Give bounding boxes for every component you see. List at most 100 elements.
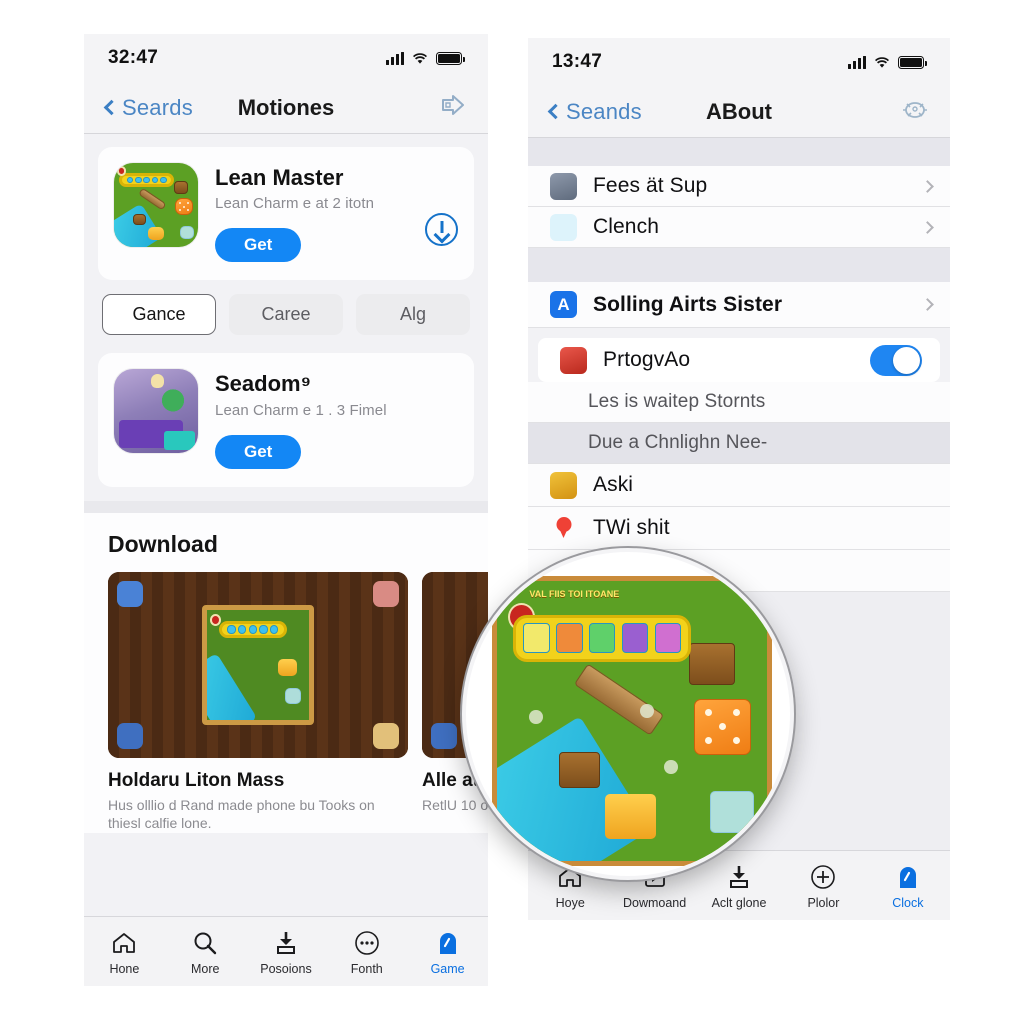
pill-alg[interactable]: Alg: [356, 294, 470, 336]
list-item-label: Les is waitep Stornts: [588, 391, 766, 412]
battery-icon: [898, 55, 928, 69]
cellular-bars-icon: [848, 55, 866, 69]
magnifier-loupe: VAL FIIS TOI ITOANE: [462, 548, 794, 880]
chevron-right-icon: [921, 220, 934, 234]
cellular-bars-icon: [386, 51, 404, 65]
game-field-app-icon: [114, 163, 198, 247]
list-item-label: Due a Chnlighn Nee-: [588, 432, 768, 453]
list-section-gap: [528, 248, 950, 282]
second-app-card[interactable]: Seadom⁹ Lean Charm e 1 . 3 Fimel Get: [98, 353, 474, 487]
game-badge-icon: [407, 928, 488, 958]
get-button-secondary[interactable]: Get: [215, 434, 302, 469]
tab-label: Hone: [109, 961, 140, 976]
tab-hone[interactable]: Hone: [84, 928, 165, 976]
tab-clock[interactable]: Clock: [866, 862, 950, 910]
magnified-game-scene: VAL FIIS TOI ITOANE: [492, 576, 772, 866]
tab-label: Posoions: [260, 961, 312, 976]
game-hud-title: VAL FIIS TOI ITOANE: [529, 589, 620, 600]
chevron-right-icon: [921, 298, 934, 311]
screenshot-thumb[interactable]: [108, 571, 408, 758]
left-tab-bar: Hone More Posoions Fonth Game: [84, 916, 488, 986]
tab-game[interactable]: Game: [407, 928, 488, 976]
filter-pill-row: Gance Caree Alg: [84, 280, 488, 352]
back-label: Seands: [566, 98, 642, 124]
chevron-left-icon: [547, 103, 564, 120]
plus-circle-icon: [781, 862, 865, 892]
back-button[interactable]: Seands: [547, 98, 642, 125]
download-section: Download Holdaru Liton Mass Hus olllio d…: [84, 512, 488, 834]
list-item-les-is-waitep-stornts[interactable]: Les is waitep Stornts: [528, 382, 950, 423]
chevron-right-icon: [921, 179, 934, 193]
tab-plolor[interactable]: Plolor: [781, 862, 865, 910]
back-button[interactable]: Seards: [103, 94, 193, 121]
featured-app-meta: Lean Master Lean Charm e at 2 itotn Get: [215, 163, 408, 263]
wifi-icon: [412, 52, 428, 65]
caption-body: RetlU 10 oellore.: [422, 796, 488, 813]
right-nav-bar: Seands ABout: [528, 86, 950, 138]
download-tray-icon: [697, 862, 781, 892]
tab-label: Clock: [892, 895, 924, 910]
tower-avatar-icon: [550, 213, 577, 241]
list-item-fees-at-sup[interactable]: Fees ät Sup: [528, 166, 950, 207]
left-status-icons: [386, 51, 466, 65]
tab-label: Game: [430, 961, 465, 976]
back-label: Seards: [122, 94, 193, 120]
left-phone-panel: 32:47 Seards Motiones Lean Master Lean C…: [84, 34, 488, 986]
list-item-label: TWi shit: [593, 516, 670, 539]
second-app-meta: Seadom⁹ Lean Charm e 1 . 3 Fimel Get: [215, 369, 458, 469]
caption-block: Holdaru Liton Mass Hus olllio d Rand mad…: [108, 770, 408, 834]
tab-aclt-glone[interactable]: Aclt glone: [697, 862, 781, 910]
chevron-left-icon: [103, 99, 120, 116]
second-app-subtitle: Lean Charm e 1 . 3 Fimel: [215, 401, 387, 419]
list-item-twi-shit[interactable]: TWi shit: [528, 507, 950, 550]
section-divider: [84, 500, 488, 513]
tab-fonth[interactable]: Fonth: [326, 928, 407, 976]
person-avatar-icon: [550, 172, 577, 200]
tab-label: More: [190, 961, 220, 976]
pill-caree[interactable]: Caree: [229, 294, 343, 336]
left-status-bar: 32:47: [84, 34, 488, 82]
list-item-label: Fees ät Sup: [593, 174, 708, 197]
screenshot-captions: Holdaru Liton Mass Hus olllio d Rand mad…: [84, 758, 488, 834]
blue-a-app-icon: A: [550, 291, 577, 318]
bug-face-icon[interactable]: [902, 97, 928, 126]
list-item-due-a-chnlighn-nee[interactable]: Due a Chnlighn Nee-: [528, 423, 950, 464]
list-item-label: Clench: [593, 215, 659, 238]
list-item-solling-airts-sister[interactable]: A Solling Airts Sister: [528, 282, 950, 328]
right-status-bar: 13:47: [528, 38, 950, 86]
get-button[interactable]: Get: [215, 228, 302, 263]
tab-posoions[interactable]: Posoions: [246, 928, 327, 976]
caption-body: Hus olllio d Rand made phone bu Tooks on…: [108, 796, 375, 832]
list-item-clench[interactable]: Clench: [528, 207, 950, 248]
list-item-aski[interactable]: Aski: [528, 464, 950, 507]
left-status-time: 32:47: [108, 47, 159, 68]
tab-label: Hoye: [555, 895, 585, 910]
second-app-title: Seadom⁹: [215, 371, 312, 397]
map-pin-icon: [550, 515, 577, 542]
red-app-icon: [560, 346, 587, 374]
download-heading: Download: [108, 530, 218, 557]
list-top-gap: [528, 138, 950, 166]
tab-more[interactable]: More: [165, 928, 246, 976]
battery-icon: [436, 51, 466, 65]
home-decor-app-icon: [114, 369, 198, 454]
left-nav-bar: Seards Motiones: [84, 82, 488, 134]
caption-title: Holdaru Liton Mass: [108, 769, 285, 791]
list-item-label: PrtogvAo: [603, 348, 691, 371]
notification-toggle[interactable]: [870, 344, 922, 376]
tab-label: Plolor: [807, 895, 840, 910]
game-hud-bar: [513, 614, 692, 663]
tab-label: Aclt glone: [711, 895, 767, 910]
featured-app-subtitle: Lean Charm e at 2 itotn: [215, 195, 375, 213]
featured-app-card[interactable]: Lean Master Lean Charm e at 2 itotn Get: [98, 147, 474, 281]
screenshot-carousel[interactable]: [84, 571, 488, 758]
pill-gance[interactable]: Gance: [102, 294, 216, 336]
tab-label: Dowmoand: [622, 895, 687, 910]
share-arrow-icon[interactable]: [440, 93, 466, 122]
home-icon: [84, 928, 165, 958]
more-dots-circle-icon: [326, 928, 407, 958]
check-badge-icon: [866, 862, 950, 892]
list-item-prtogvao[interactable]: PrtogvAo: [538, 338, 940, 382]
download-tray-icon: [246, 928, 327, 958]
download-circle-icon[interactable]: [425, 213, 458, 247]
